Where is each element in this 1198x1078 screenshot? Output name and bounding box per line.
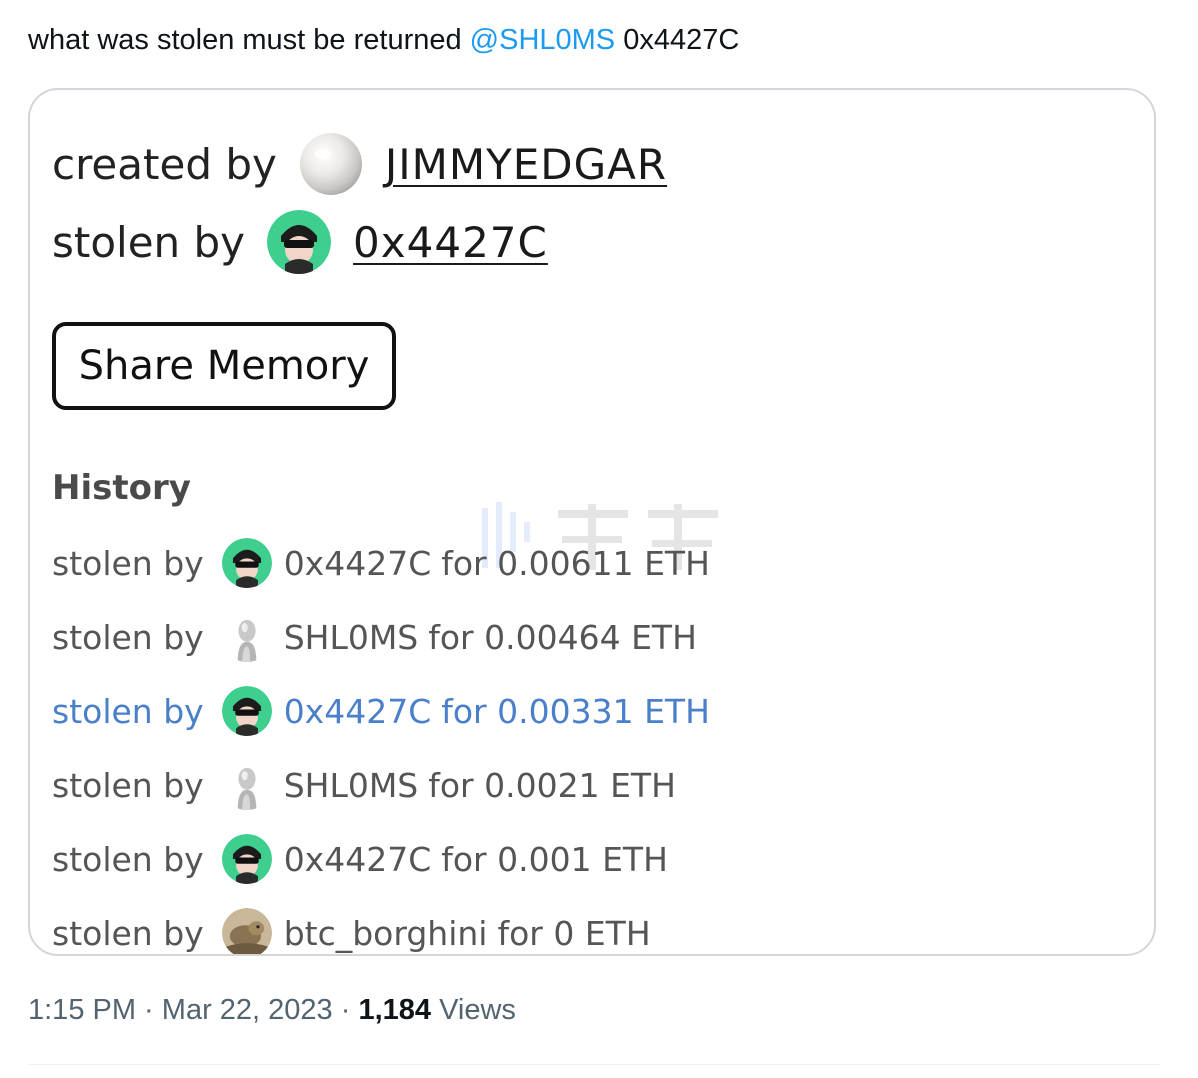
created-by-label: created by bbox=[52, 139, 277, 189]
history-row: stolen by 0x4427C for 0.00611 ETH bbox=[52, 538, 710, 588]
history-amount: for 0.0021 ETH bbox=[428, 765, 676, 805]
divider bbox=[28, 1064, 1160, 1065]
history-label: stolen by bbox=[52, 617, 204, 657]
history-amount: for 0.00331 ETH bbox=[441, 691, 710, 731]
masked-character-icon bbox=[267, 210, 332, 274]
creator-link[interactable]: JIMMYEDGAR bbox=[385, 140, 667, 189]
history-label: stolen by bbox=[52, 765, 204, 805]
history-user-link[interactable]: SHL0MS bbox=[284, 766, 419, 805]
tweet-footer: 1:15 PM · Mar 22, 2023 · 1,184 Views bbox=[28, 994, 516, 1027]
history-title: History bbox=[52, 468, 191, 508]
history-amount: for 0.00464 ETH bbox=[428, 617, 697, 657]
history-row: stolen by SHL0MS for 0.00464 ETH bbox=[52, 612, 697, 662]
tweet-text-after: 0x4427C bbox=[615, 24, 740, 56]
silver-figure-icon bbox=[221, 760, 272, 810]
history-user-link[interactable]: 0x4427C bbox=[284, 692, 432, 731]
tweet-date[interactable]: Mar 22, 2023 bbox=[162, 994, 333, 1026]
history-amount: for 0 ETH bbox=[497, 913, 651, 953]
history-user-link[interactable]: SHL0MS bbox=[284, 618, 419, 657]
masked-character-icon bbox=[221, 834, 272, 884]
history-amount: for 0.00611 ETH bbox=[441, 543, 710, 583]
history-row: stolen by SHL0MS for 0.0021 ETH bbox=[52, 760, 676, 810]
stolen-by-label: stolen by bbox=[52, 217, 246, 267]
current-holder-link[interactable]: 0x4427C bbox=[353, 218, 548, 267]
masked-character-icon bbox=[221, 538, 272, 588]
memory-card[interactable]: created by JIMMYEDGAR stolen by 0x4427C … bbox=[28, 88, 1156, 956]
history-label: stolen by bbox=[52, 839, 204, 879]
history-user-link[interactable]: btc_borghini bbox=[284, 914, 488, 953]
masked-character-icon bbox=[221, 686, 272, 736]
history-user-link[interactable]: 0x4427C bbox=[284, 544, 432, 583]
history-label: stolen by bbox=[52, 691, 204, 731]
animal-photo-icon bbox=[221, 908, 272, 954]
tweet-text-before: what was stolen must be returned bbox=[28, 24, 470, 56]
views-label: Views bbox=[431, 994, 516, 1026]
footer-separator: · bbox=[332, 994, 359, 1026]
mention-link[interactable]: @SHL0MS bbox=[470, 24, 615, 56]
history-label: stolen by bbox=[52, 913, 204, 953]
history-amount: for 0.001 ETH bbox=[441, 839, 668, 879]
history-row: stolen by btc_borghini for 0 ETH bbox=[52, 908, 651, 954]
history-label: stolen by bbox=[52, 543, 204, 583]
views-count: 1,184 bbox=[358, 994, 432, 1026]
history-row: stolen by 0x4427C for 0.001 ETH bbox=[52, 834, 668, 884]
history-row-highlighted: stolen by 0x4427C for 0.00331 ETH bbox=[52, 686, 710, 736]
silver-figure-icon bbox=[221, 612, 272, 662]
stolen-by-row: stolen by 0x4427C bbox=[52, 210, 548, 274]
created-by-row: created by JIMMYEDGAR bbox=[52, 132, 667, 196]
footer-separator: · bbox=[136, 994, 162, 1026]
tweet-page: what was stolen must be returned @SHL0MS… bbox=[0, 0, 1198, 1078]
tweet-time[interactable]: 1:15 PM bbox=[28, 994, 136, 1026]
tweet-text: what was stolen must be returned @SHL0MS… bbox=[28, 22, 739, 58]
pearl-avatar-icon bbox=[299, 132, 363, 196]
share-memory-button[interactable]: Share Memory bbox=[52, 322, 396, 410]
history-user-link[interactable]: 0x4427C bbox=[284, 840, 432, 879]
